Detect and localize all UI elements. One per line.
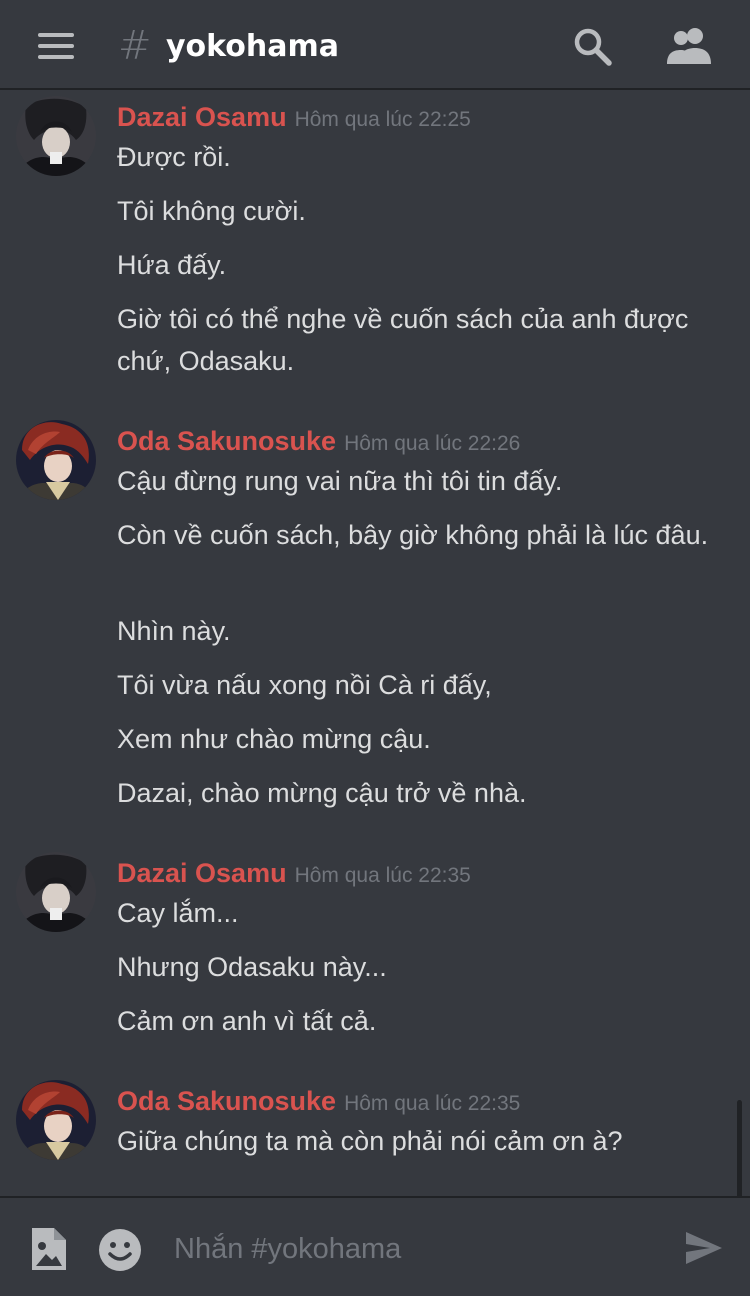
author-name[interactable]: Oda Sakunosuke bbox=[117, 1086, 336, 1116]
menu-icon[interactable] bbox=[38, 33, 74, 59]
message-text: Nhìn này. bbox=[117, 616, 231, 646]
channel-title: yokohama bbox=[166, 29, 340, 64]
message-text: Xem như chào mừng cậu. bbox=[117, 724, 431, 754]
timestamp: Hôm qua lúc 22:35 bbox=[344, 1092, 521, 1115]
author-line: Dazai Osamu Hôm qua lúc 22:35 bbox=[117, 858, 471, 892]
author-line: Dazai Osamu Hôm qua lúc 22:25 bbox=[117, 102, 471, 136]
message-text: Nhưng Odasaku này... bbox=[117, 952, 387, 982]
hash-icon: # bbox=[118, 23, 152, 69]
message-text: Giữa chúng ta mà còn phải nói cảm ơn à? bbox=[117, 1126, 623, 1156]
author-name[interactable]: Dazai Osamu bbox=[117, 858, 287, 888]
timestamp: Hôm qua lúc 22:26 bbox=[344, 432, 521, 455]
search-icon[interactable] bbox=[572, 26, 614, 68]
author-name[interactable]: Dazai Osamu bbox=[117, 102, 287, 132]
message-text: Hứa đấy. bbox=[117, 250, 227, 280]
avatar-oda[interactable] bbox=[16, 420, 96, 500]
send-icon[interactable] bbox=[684, 1228, 724, 1268]
members-icon[interactable] bbox=[664, 24, 716, 68]
author-name[interactable]: Oda Sakunosuke bbox=[117, 426, 336, 456]
message-text: Tôi vừa nấu xong nồi Cà ri đấy, bbox=[117, 670, 492, 700]
avatar-dazai[interactable] bbox=[16, 96, 96, 176]
message-text: Cậu đừng rung vai nữa thì tôi tin đấy. bbox=[117, 466, 563, 496]
message-text: Dazai, chào mừng cậu trở về nhà. bbox=[117, 778, 527, 808]
timestamp: Hôm qua lúc 22:25 bbox=[294, 108, 471, 131]
scrollbar[interactable] bbox=[737, 1100, 742, 1196]
author-line: Oda Sakunosuke Hôm qua lúc 22:26 bbox=[117, 426, 520, 460]
message-text: Giờ tôi có thể nghe về cuốn sách của anh… bbox=[117, 304, 689, 376]
message-input[interactable] bbox=[172, 1218, 656, 1280]
message-list[interactable]: Dazai Osamu Hôm qua lúc 22:25 Được rồi. T… bbox=[0, 90, 750, 1196]
image-upload-icon[interactable] bbox=[28, 1226, 68, 1272]
avatar-oda[interactable] bbox=[16, 1080, 96, 1160]
top-bar: # yokohama bbox=[0, 0, 750, 90]
timestamp: Hôm qua lúc 22:35 bbox=[294, 864, 471, 887]
message-composer bbox=[0, 1196, 750, 1296]
message-text: Cay lắm... bbox=[117, 898, 239, 928]
message-text: Tôi không cười. bbox=[117, 196, 306, 226]
emoji-icon[interactable] bbox=[98, 1228, 142, 1272]
avatar-dazai[interactable] bbox=[16, 852, 96, 932]
message-text: Cảm ơn anh vì tất cả. bbox=[117, 1006, 377, 1036]
message-text: Còn về cuốn sách, bây giờ không phải là … bbox=[117, 520, 709, 550]
author-line: Oda Sakunosuke Hôm qua lúc 22:35 bbox=[117, 1086, 520, 1120]
message-text: Được rồi. bbox=[117, 142, 231, 172]
